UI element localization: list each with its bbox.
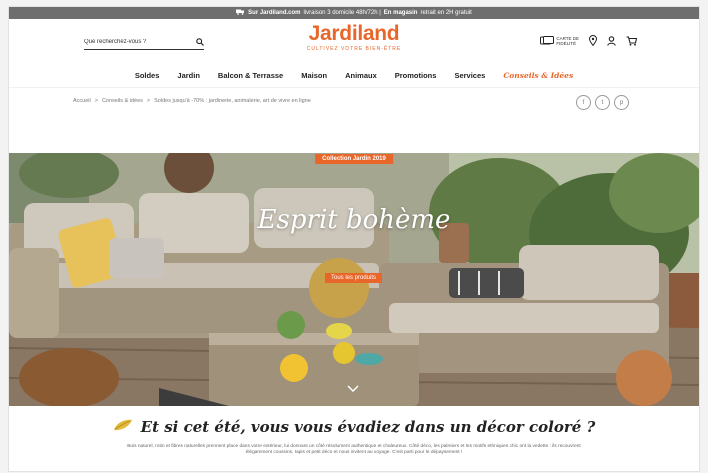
loyalty-line1: CARTE DE [556,35,579,41]
loyalty-card-link[interactable]: CARTE DE FIDÉLITÉ [540,35,579,46]
loyalty-line2: FIDÉLITÉ [556,40,577,46]
intro-slogan: Et si cet été, vous vous évadiez dans un… [140,418,596,436]
nav-item-conseils-idees[interactable]: Conseils & Idées [494,71,582,80]
main-nav: Soldes Jardin Balcon & Terrasse Maison A… [9,63,699,87]
hero-headline: Esprit bohème [257,205,451,235]
breadcrumb: Accueil > Conseils & idées > Soldes jusq… [73,98,311,104]
header-actions: CARTE DE FIDÉLITÉ [540,35,637,46]
nav-item-services[interactable]: Services [445,71,494,80]
cart-icon[interactable] [626,35,637,46]
hero-banner: Collection Jardin 2019 Esprit bohème Tou… [9,153,699,406]
breadcrumb-separator: > [146,98,151,104]
logo-tagline: CULTIVEZ VOTRE BIEN-ÊTRE [306,46,402,52]
nav-item-jardin[interactable]: Jardin [168,71,209,80]
page-frame: Sur Jardiland.com livraison 3 domicile 4… [8,6,700,472]
intro-section: Et si cet été, vous vous évadiez dans un… [9,406,699,471]
topbar-middle: livraison 3 domicile 48h/72h | [303,10,381,16]
nav-item-soldes[interactable]: Soldes [126,71,169,80]
site-logo[interactable]: Jardiland CULTIVEZ VOTRE BIEN-ÊTRE [289,22,419,53]
twitter-icon[interactable]: t [595,95,610,110]
facebook-icon[interactable]: f [576,95,591,110]
search-input[interactable] [84,39,179,45]
nav-item-maison[interactable]: Maison [292,71,336,80]
intro-text: Bois naturel, rotin et fibres naturelles… [127,444,581,455]
topbar-prefix: Sur Jardiland.com [248,10,301,16]
breadcrumb-row: Accueil > Conseils & idées > Soldes jusq… [9,87,699,118]
truck-icon [236,9,245,17]
social-share: f t p [576,95,629,110]
nav-item-promotions[interactable]: Promotions [386,71,446,80]
site-header: Jardiland CULTIVEZ VOTRE BIEN-ÊTRE CARTE… [9,19,699,63]
search-icon[interactable] [196,38,204,46]
store-locator-icon[interactable] [589,35,597,46]
collection-badge: Collection Jardin 2019 [315,154,393,164]
logo-name: Jardiland [308,22,400,45]
all-products-button[interactable]: Tous les produits [325,273,383,283]
nav-item-balcon-terrasse[interactable]: Balcon & Terrasse [209,71,292,80]
pinterest-icon[interactable]: p [614,95,629,110]
nav-item-animaux[interactable]: Animaux [336,71,386,80]
search-bar [84,35,204,50]
breadcrumb-current: Soldes jusqu'à -70% : jardinerie, animal… [154,98,311,104]
topbar-suffix: retrait en 2H gratuit [420,10,472,16]
account-icon[interactable] [607,35,616,46]
breadcrumb-home[interactable]: Accueil [73,98,91,104]
loyalty-card-icon [540,35,555,46]
leaf-icon [113,418,133,436]
promo-topbar: Sur Jardiland.com livraison 3 domicile 4… [9,7,699,19]
breadcrumb-separator: > [94,98,98,104]
topbar-store: En magasin [383,10,418,16]
breadcrumb-conseils[interactable]: Conseils & idées [102,98,143,104]
